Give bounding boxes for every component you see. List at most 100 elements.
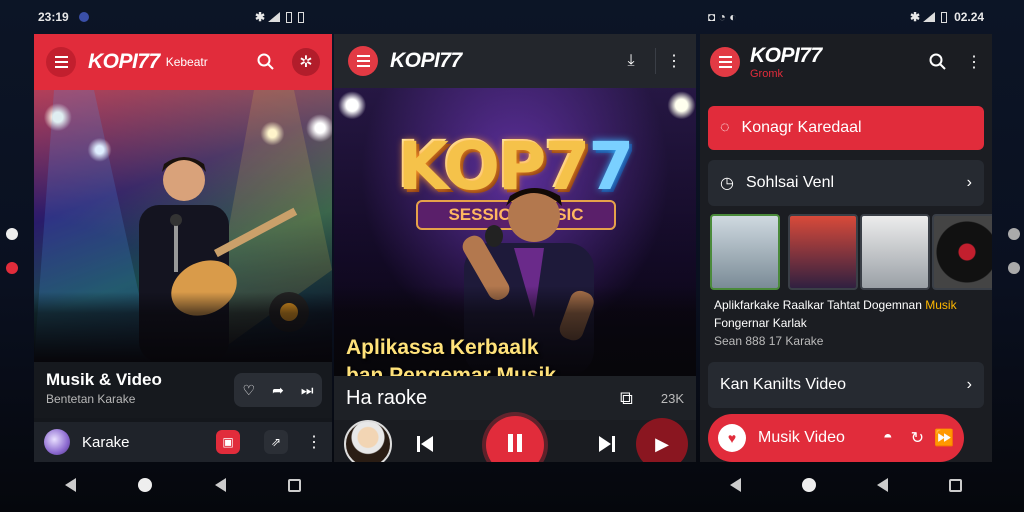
float-label: Musik Video [758, 429, 845, 446]
download-icon[interactable]: ⤓ [617, 47, 645, 75]
track-title: Ha raoke [346, 386, 428, 409]
share-out-icon[interactable]: ⇗ [264, 430, 288, 454]
menu-icon[interactable] [710, 47, 740, 77]
chat-icon: ◐ [729, 10, 737, 24]
next-icon[interactable] [598, 435, 616, 458]
hero-image: KOP77 SESSION MUSIC Aplikassa Kerbaalk b… [334, 88, 696, 387]
home-icon[interactable] [138, 478, 153, 492]
home-icon[interactable] [802, 478, 817, 492]
bluetooth-icon-2: ✱ [910, 10, 921, 24]
thumbnail[interactable] [860, 214, 930, 290]
chat-icon[interactable]: ◓ [883, 429, 893, 447]
more-vert-icon[interactable]: ⋮ [666, 51, 682, 71]
clock-icon: ◷ [720, 175, 734, 192]
library-icon[interactable]: ▣ [216, 430, 240, 454]
camera-icon: ◘ [708, 10, 716, 24]
chat-icon: ◌ [720, 119, 730, 136]
signal-icon [268, 12, 281, 22]
thumbnail[interactable] [932, 214, 992, 290]
list-row-2-label: Kan Kanilts Video [720, 376, 847, 393]
card-line-1: Aplikfarkake Raalkar Tahtat Dogemnan [714, 298, 922, 312]
thumbnail[interactable] [710, 214, 780, 290]
heart-icon[interactable]: ♥ [718, 424, 746, 452]
prev-icon[interactable] [416, 435, 434, 458]
more-vert-icon[interactable]: ⋮ [306, 432, 322, 452]
status-time-right: 02.24 [954, 10, 985, 24]
card-text: Aplikfarkake Raalkar Tahtat Dogemnan Mus… [714, 298, 957, 348]
chevron-right-icon: › [966, 376, 972, 393]
nav-bar-1 [34, 462, 332, 508]
menu-icon[interactable] [46, 47, 76, 77]
app-logo: KOPI77 [88, 50, 160, 73]
menu-icon[interactable] [348, 46, 378, 76]
screen-player: KOPI77 ⤓ ⋮ KOP77 SESSION MUSIC Aplikassa… [334, 34, 696, 462]
back-icon[interactable] [730, 478, 742, 492]
more-vert-icon[interactable]: ⋮ [966, 52, 982, 72]
album-thumbnail[interactable] [344, 420, 392, 462]
video-thumbnails [710, 214, 992, 294]
back-icon[interactable] [876, 478, 888, 492]
hero-caption-1: Aplikassa Kerbaalk [346, 336, 539, 359]
media-actions: ♡ ➦ ⏭ [234, 373, 322, 407]
search-icon[interactable] [924, 48, 952, 76]
page-dot[interactable] [1008, 262, 1020, 274]
play-button[interactable]: ▶ [636, 418, 688, 462]
app-bar: KOPI77 Kebeatr ✲ [34, 34, 332, 90]
screen-home: KOPI77 Kebeatr ✲ Musik & Video Bentetan … [34, 34, 332, 462]
status-bar-right-left: ◘ ◔ ◐ [708, 0, 736, 34]
track-bar: Ha raoke ⧉ 23K [334, 376, 696, 420]
signal-icon-2 [923, 12, 936, 22]
page-dot[interactable] [1008, 228, 1020, 240]
battery-icon-3 [941, 11, 948, 23]
settings-icon[interactable]: ✲ [292, 48, 320, 76]
crowd-silhouette [334, 286, 696, 376]
list-row-2[interactable]: Kan Kanilts Video › [708, 362, 984, 408]
bottom-bar: Karake ▣ ⇗ ⋮ [34, 422, 332, 462]
bluetooth-icon: ✱ [255, 10, 266, 24]
alarm-icon: ◔ [718, 10, 726, 24]
thumbnail[interactable] [788, 214, 858, 290]
screen-browse: KOPI77 Gromk ⋮ ◌ Konagr Karedaal ◷ Sohls… [700, 34, 992, 462]
app-logo: KOPI77 [750, 44, 822, 67]
avatar[interactable] [44, 429, 70, 455]
back-icon[interactable] [214, 478, 226, 492]
status-bar-right: ✱ 02.24 [910, 0, 984, 34]
primary-button[interactable]: ◌ Konagr Karedaal [708, 106, 984, 150]
chevron-right-icon: › [966, 174, 972, 191]
recents-icon[interactable] [948, 478, 962, 492]
pause-icon [506, 433, 524, 457]
skip-icon[interactable]: ⏭ [301, 382, 314, 399]
nav-bar-3 [700, 462, 992, 508]
hero-image [34, 90, 332, 362]
floating-player-bar[interactable]: ♥ Musik Video ◓ ↻ ⏩ [708, 414, 964, 462]
app-bar: KOPI77 Gromk ⋮ [700, 34, 992, 90]
queue-icon[interactable]: ⧉ [620, 388, 633, 409]
status-bar-left: 23:19 [38, 0, 89, 34]
battery-icon-2 [298, 11, 305, 23]
counter-label: 23K [660, 390, 684, 406]
app-logo-sub: Kebeatr [165, 55, 208, 69]
page-dot-active[interactable] [6, 262, 18, 274]
bottom-label[interactable]: Karake [82, 434, 130, 451]
replay-icon[interactable]: ↻ [911, 428, 924, 448]
recents-icon[interactable] [287, 478, 301, 492]
status-bar-left-right: ✱ [255, 0, 307, 34]
pause-button[interactable] [486, 416, 544, 462]
card-line-3: Sean 888 17 Karake [714, 334, 824, 348]
heart-icon[interactable]: ♡ [243, 382, 256, 399]
crowd-silhouette [34, 292, 332, 362]
app-bar: KOPI77 ⤓ ⋮ [334, 34, 696, 88]
list-row-1[interactable]: ◷ Sohlsai Venl › [708, 160, 984, 206]
share-icon[interactable]: ➦ [272, 382, 284, 399]
page-dot[interactable] [6, 228, 18, 240]
list-row-1-label: Sohlsai Venl [745, 174, 835, 191]
forward-icon[interactable]: ⏩ [934, 428, 954, 448]
player-controls: ▶ [334, 416, 696, 462]
now-playing-info: Musik & Video Bentetan Karake ♡ ➦ ⏭ [34, 362, 332, 418]
search-icon[interactable] [252, 48, 280, 76]
card-line-2: Fongernar Karlak [714, 316, 807, 330]
back-icon[interactable] [65, 478, 77, 492]
battery-icon [286, 11, 293, 23]
primary-button-label: Konagr Karedaal [741, 119, 862, 136]
notification-icon [78, 12, 89, 22]
